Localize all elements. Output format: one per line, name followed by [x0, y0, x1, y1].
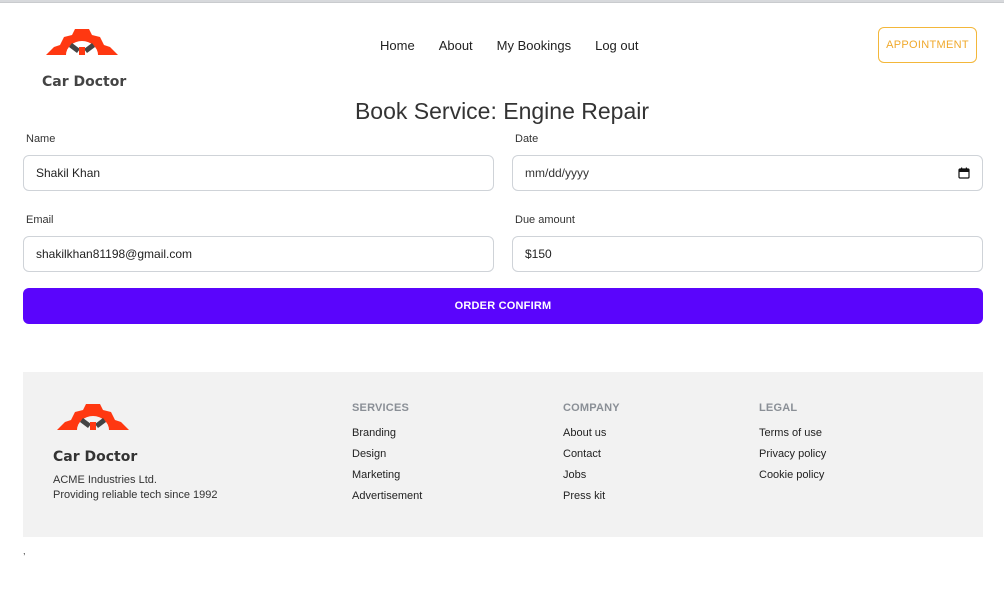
due-amount-value: $150: [525, 247, 552, 261]
date-field: Date mm/dd/yyyy: [512, 133, 983, 191]
footer-link-marketing[interactable]: Marketing: [352, 469, 422, 482]
footer-tagline: Providing reliable tech since 1992: [53, 489, 218, 501]
footer-description: ACME Industries Ltd. Providing reliable …: [53, 473, 218, 503]
email-field: Email shakilkhan81198@gmail.com: [23, 214, 494, 272]
footer-link-advertisement[interactable]: Advertisement: [352, 490, 422, 503]
name-field: Name Shakil Khan: [23, 133, 494, 191]
gear-wrench-logo-icon: [46, 29, 118, 55]
footer-brand-name: Car Doctor: [53, 449, 138, 465]
order-confirm-button[interactable]: ORDER CONFIRM: [23, 288, 983, 324]
nav-log-out[interactable]: Log out: [583, 36, 650, 55]
brand-logo[interactable]: Car Doctor: [40, 25, 130, 95]
date-input-placeholder: mm/dd/yyyy: [525, 166, 590, 180]
navbar: Car Doctor Home About My Bookings Log ou…: [0, 3, 1004, 95]
stray-mark: ,: [23, 546, 26, 556]
email-label: Email: [26, 214, 54, 226]
date-input[interactable]: mm/dd/yyyy: [512, 155, 983, 191]
footer-services-heading: SERVICES: [352, 402, 410, 414]
nav-about[interactable]: About: [427, 36, 485, 55]
nav-my-bookings[interactable]: My Bookings: [485, 36, 583, 55]
footer-link-terms[interactable]: Terms of use: [759, 427, 826, 440]
footer-link-cookie[interactable]: Cookie policy: [759, 469, 826, 482]
footer-company-line: ACME Industries Ltd.: [53, 474, 157, 486]
date-label: Date: [515, 133, 539, 145]
footer-company-heading: COMPANY: [563, 402, 620, 414]
footer-company: COMPANY About us Contact Jobs Press kit: [563, 402, 620, 511]
footer: Car Doctor ACME Industries Ltd. Providin…: [23, 372, 983, 537]
footer-services: SERVICES Branding Design Marketing Adver…: [352, 402, 422, 511]
brand-name: Car Doctor: [42, 74, 127, 90]
due-amount-field: Due amount $150: [512, 214, 983, 272]
footer-legal: LEGAL Terms of use Privacy policy Cookie…: [759, 402, 826, 490]
footer-legal-heading: LEGAL: [759, 402, 798, 414]
name-input[interactable]: Shakil Khan: [23, 155, 494, 191]
appointment-button[interactable]: APPOINTMENT: [878, 27, 977, 63]
email-input-value: shakilkhan81198@gmail.com: [36, 247, 193, 261]
footer-link-press-kit[interactable]: Press kit: [563, 490, 620, 503]
name-input-value: Shakil Khan: [36, 166, 101, 180]
footer-link-about-us[interactable]: About us: [563, 427, 620, 440]
calendar-icon[interactable]: [958, 167, 970, 179]
gear-wrench-logo-icon: [57, 404, 129, 430]
email-input[interactable]: shakilkhan81198@gmail.com: [23, 236, 494, 272]
footer-link-contact[interactable]: Contact: [563, 448, 620, 461]
footer-link-design[interactable]: Design: [352, 448, 422, 461]
due-amount-input[interactable]: $150: [512, 236, 983, 272]
footer-link-branding[interactable]: Branding: [352, 427, 422, 440]
due-amount-label: Due amount: [515, 214, 575, 226]
footer-link-jobs[interactable]: Jobs: [563, 469, 620, 482]
name-label: Name: [26, 133, 56, 145]
footer-link-privacy[interactable]: Privacy policy: [759, 448, 826, 461]
nav-links: Home About My Bookings Log out: [368, 36, 650, 55]
page-title: Book Service: Engine Repair: [354, 98, 650, 124]
nav-home[interactable]: Home: [368, 36, 427, 55]
